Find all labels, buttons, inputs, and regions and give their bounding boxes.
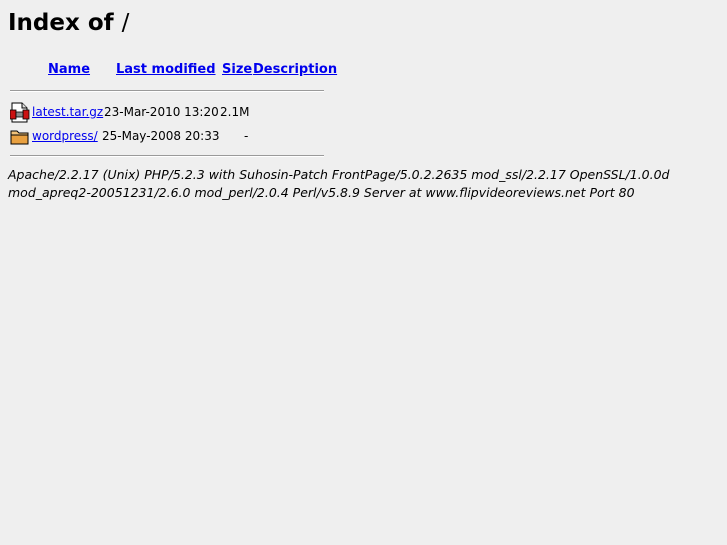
size-cell: 2.1M	[220, 105, 250, 119]
column-header-size[interactable]: Size	[222, 62, 252, 78]
page-title-path: /	[121, 10, 130, 36]
page-title-prefix: Index of	[8, 10, 114, 36]
server-signature: Apache/2.2.17 (Unix) PHP/5.2.3 with Suho…	[8, 167, 670, 200]
table-row: latest.tar.gz 23-Mar-2010 13:20 2.1M	[0, 101, 400, 123]
footer-divider	[10, 155, 324, 157]
compressed-file-icon[interactable]	[9, 101, 30, 123]
header-divider	[10, 90, 324, 92]
page-title: Index of /	[8, 7, 129, 39]
last-modified-cell: 25-May-2008 20:33	[102, 129, 220, 143]
folder-icon[interactable]	[10, 125, 30, 147]
size-cell: -	[244, 129, 249, 143]
folder-link-wordpress[interactable]: wordpress/	[32, 128, 98, 144]
column-header-name[interactable]: Name	[48, 62, 90, 78]
column-header-last-modified[interactable]: Last modified	[116, 62, 216, 78]
file-link-latest-tar-gz[interactable]: latest.tar.gz	[32, 104, 103, 120]
directory-listing-page: Index of / Name Last modified Size Descr…	[0, 0, 727, 545]
column-header-description[interactable]: Description	[253, 62, 337, 78]
table-row: wordpress/ 25-May-2008 20:33 -	[0, 125, 400, 147]
last-modified-cell: 23-Mar-2010 13:20	[104, 105, 219, 119]
